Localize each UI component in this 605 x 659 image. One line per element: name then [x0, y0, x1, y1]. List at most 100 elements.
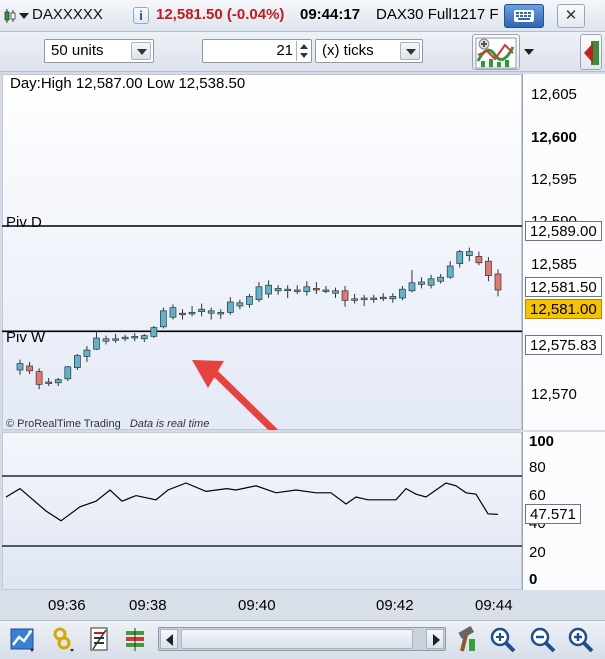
- scale-label: 12,600: [531, 129, 577, 146]
- zoom-out-button[interactable]: [528, 625, 558, 655]
- order-list-icon: [90, 627, 108, 651]
- hammer-icon: [458, 625, 475, 652]
- candle-body: [284, 288, 292, 292]
- candle-body: [207, 310, 215, 314]
- candle-body: [418, 281, 425, 285]
- units-value: 50 units: [51, 42, 104, 59]
- price-scale[interactable]: 12,605 12,600 12,595 12,590 12,585 12,57…: [522, 74, 605, 430]
- candle-body: [255, 286, 263, 300]
- stepper-up-icon[interactable]: [300, 44, 308, 49]
- candle-body: [341, 290, 349, 301]
- stepper-arrows[interactable]: [296, 41, 310, 61]
- order-list-button[interactable]: [88, 625, 112, 655]
- zoom-fit-button[interactable]: [488, 625, 518, 655]
- oscillator-line: [5, 482, 499, 522]
- collapse-panel-button[interactable]: [580, 34, 602, 70]
- indicators-button[interactable]: [472, 34, 520, 70]
- candle-body: [150, 327, 158, 337]
- indicators-icon: [475, 37, 517, 69]
- close-button[interactable]: ✕: [557, 4, 585, 28]
- layers-icon: [126, 628, 144, 651]
- candle-body: [351, 298, 358, 301]
- time-label: 09:38: [129, 597, 167, 614]
- candle-body: [332, 290, 339, 294]
- osc-scale-label: 80: [529, 459, 546, 476]
- candle-body: [169, 307, 177, 318]
- horizontal-scrollbar[interactable]: [158, 627, 446, 651]
- candle-body: [131, 336, 139, 339]
- osc-scale-label: 20: [529, 544, 546, 561]
- symbol-menu-arrow[interactable]: [19, 13, 29, 19]
- candlestick-icon: [4, 8, 16, 24]
- toolbar: 50 units 21 (x) ticks: [0, 32, 605, 72]
- time-label: 09:44: [475, 597, 513, 614]
- scale-label: 12,585: [531, 256, 577, 273]
- scale-label: 12,605: [531, 86, 577, 103]
- time-label: 09:42: [376, 597, 414, 614]
- candle-body: [494, 273, 502, 291]
- candle-body: [485, 260, 492, 276]
- osc-scale-label: 60: [529, 487, 546, 504]
- candle-body: [121, 336, 129, 340]
- candle-body: [93, 337, 100, 350]
- candle-body: [74, 355, 81, 368]
- candle-body: [112, 338, 119, 341]
- scroll-left-icon[interactable]: [160, 629, 178, 649]
- stepper-down-icon[interactable]: [300, 53, 308, 58]
- price-change: 12,581.50 (-0.04%): [156, 6, 285, 23]
- sync-button[interactable]: [50, 625, 78, 655]
- chevron-down-icon[interactable]: [131, 42, 151, 60]
- time-label: 09:40: [238, 597, 276, 614]
- zoom-in-icon: [568, 627, 594, 653]
- candle-body: [102, 338, 110, 342]
- candle-body: [16, 363, 24, 371]
- candle-body: [198, 308, 205, 312]
- units-select[interactable]: 50 units: [44, 39, 154, 63]
- candle-body: [313, 288, 320, 291]
- time-axis[interactable]: 09:36 09:38 09:40 09:42 09:44: [0, 590, 605, 620]
- bottom-toolbar: [0, 620, 605, 659]
- drawing-tools-button[interactable]: [454, 625, 480, 655]
- candle-body: [26, 365, 33, 372]
- candle-body: [446, 265, 454, 278]
- indicator-scale[interactable]: 100 80 60 40 20 0 47.571: [522, 432, 605, 590]
- ticks-stepper[interactable]: 21: [202, 39, 312, 63]
- chart-type-button[interactable]: [8, 625, 40, 655]
- candle-body: [408, 282, 416, 292]
- symbol-label[interactable]: DAXXXXX: [32, 6, 103, 23]
- ticks-mode-select[interactable]: (x) ticks: [315, 39, 423, 63]
- candle-body: [274, 288, 282, 292]
- candle-body: [360, 297, 368, 300]
- scroll-right-icon[interactable]: [426, 629, 444, 649]
- scroll-thumb[interactable]: [181, 629, 413, 649]
- candle-body: [303, 286, 311, 292]
- candle-body: [379, 296, 387, 300]
- collapse-left-icon: [584, 41, 599, 65]
- candle-body: [188, 312, 196, 315]
- candle-body: [293, 289, 301, 292]
- info-icon: i: [139, 8, 143, 23]
- zoom-in-button[interactable]: [566, 625, 596, 655]
- candle-body: [265, 284, 272, 295]
- current-price-tag: 12,581.00: [525, 299, 602, 319]
- clock-time: 09:44:17: [300, 6, 361, 23]
- zoom-fit-icon: [490, 627, 516, 653]
- candle-body: [236, 302, 244, 307]
- layers-button[interactable]: [122, 625, 148, 655]
- keyboard-icon: [514, 10, 534, 22]
- indicators-menu-arrow[interactable]: [524, 49, 534, 55]
- candle-body: [83, 349, 91, 357]
- candle-body: [427, 278, 435, 286]
- last-price-tag: 12,581.50: [525, 277, 602, 297]
- candle-body: [45, 381, 53, 384]
- info-button[interactable]: i: [133, 7, 149, 24]
- candle-body: [475, 256, 483, 264]
- candle-body: [456, 251, 464, 264]
- osc-scale-label: 100: [529, 433, 555, 450]
- piv-d-price-tag: 12,589.00: [525, 221, 602, 241]
- chain-link-icon: [53, 627, 74, 652]
- candle-body: [389, 296, 397, 300]
- close-icon: ✕: [564, 7, 578, 24]
- chevron-down-icon[interactable]: [400, 42, 420, 60]
- keyboard-button[interactable]: [504, 4, 544, 28]
